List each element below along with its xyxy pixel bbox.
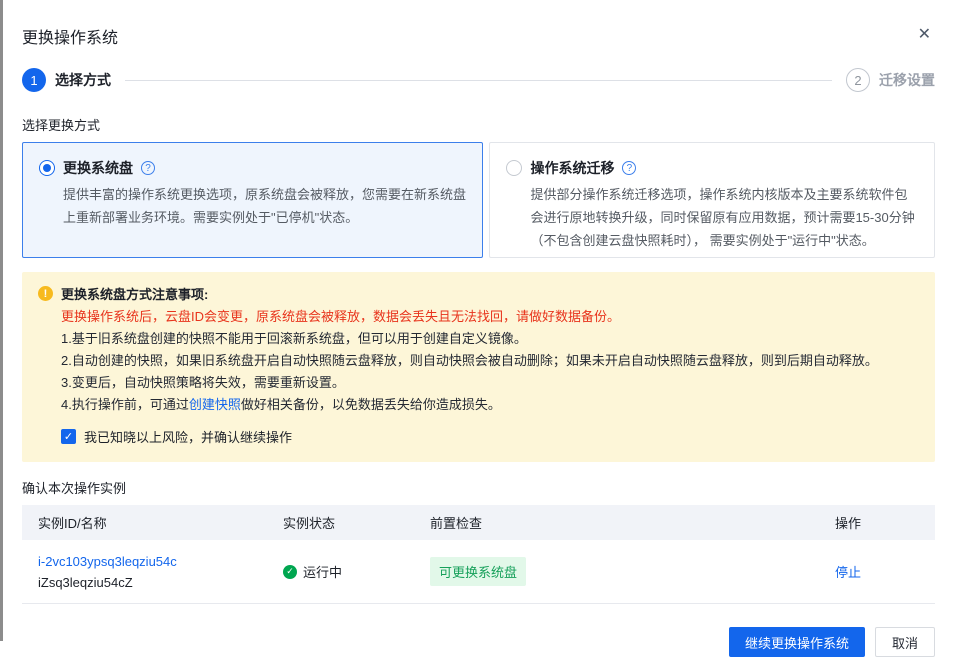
page-left-edge	[0, 0, 3, 641]
notice-head: ! 更换系统盘方式注意事项:	[38, 284, 919, 303]
radio-unselected-icon[interactable]	[506, 160, 523, 176]
mode-options: 更换系统盘 ? 提供丰富的操作系统更换选项，原系统盘会被释放，您需要在新系统盘上…	[22, 142, 935, 258]
warning-icon: !	[38, 286, 53, 301]
dialog-footer: 继续更换操作系统 取消	[22, 627, 935, 657]
notice-item-4-suffix: 做好相关备份，以免数据丢失给你造成损失。	[240, 397, 501, 412]
header-precheck: 前置检查	[430, 516, 483, 531]
notice-danger-text: 更换操作系统后，云盘ID会变更，原系统盘会被释放，数据会丢失且无法找回，请做好数…	[61, 309, 621, 324]
instance-table: 实例ID/名称 实例状态 前置检查 操作 i-2vc103ypsq3leqziu…	[22, 505, 935, 604]
option-os-migration[interactable]: 操作系统迁移 ? 提供部分操作系统迁移选项，操作系统内核版本及主要系统软件包会进…	[489, 142, 935, 258]
option-head: 操作系统迁移 ?	[506, 158, 918, 178]
notice-item-4-prefix: 4.执行操作前，可通过	[61, 397, 189, 412]
notice-body: 更换操作系统后，云盘ID会变更，原系统盘会被释放，数据会丢失且无法找回，请做好数…	[61, 306, 919, 416]
step-1-label: 选择方式	[55, 72, 111, 88]
risk-checkbox-label: 我已知晓以上风险，并确认继续操作	[84, 430, 293, 445]
dialog-title: 更换操作系统	[22, 30, 119, 47]
option-title: 更换系统盘	[63, 160, 133, 176]
header-instance-id: 实例ID/名称	[38, 516, 107, 531]
create-snapshot-link[interactable]: 创建快照	[189, 397, 241, 412]
status-text: 运行中	[303, 565, 343, 580]
option-head: 更换系统盘 ?	[39, 158, 466, 178]
cancel-button[interactable]: 取消	[874, 627, 935, 657]
instance-id-link[interactable]: i-2vc103ypsq3leqziu54c	[38, 551, 177, 572]
risk-notice-box: ! 更换系统盘方式注意事项: 更换操作系统后，云盘ID会变更，原系统盘会被释放，…	[22, 272, 935, 462]
cell-precheck: 可更换系统盘	[430, 557, 835, 586]
cell-instance-status: ✓ 运行中	[283, 562, 430, 581]
notice-item-4: 4.执行操作前，可通过创建快照做好相关备份，以免数据丢失给你造成损失。	[61, 394, 919, 416]
precheck-badge: 可更换系统盘	[430, 557, 527, 586]
step-indicator: 1 选择方式 2 迁移设置	[22, 68, 935, 92]
table-header-row: 实例ID/名称 实例状态 前置检查 操作	[22, 505, 935, 540]
table-row: i-2vc103ypsq3leqziu54c iZsq3leqziu54cZ ✓…	[22, 540, 935, 604]
help-icon[interactable]: ?	[141, 161, 155, 175]
continue-change-os-button[interactable]: 继续更换操作系统	[728, 627, 865, 657]
step-2-circle: 2	[846, 68, 870, 92]
change-os-dialog: 更换操作系统 ✕ 1 选择方式 2 迁移设置 选择更换方式 更换系统盘 ? 提供…	[0, 0, 959, 657]
header-action: 操作	[835, 516, 862, 531]
help-icon[interactable]: ?	[622, 161, 637, 175]
option-description: 提供部分操作系统迁移选项，操作系统内核版本及主要系统软件包会进行原地转换升级，同…	[530, 187, 915, 248]
dialog-header: 更换操作系统 ✕	[22, 0, 935, 48]
radio-selected-icon[interactable]	[39, 160, 55, 176]
close-icon[interactable]: ✕	[914, 24, 935, 46]
instance-name: iZsq3leqziu54cZ	[38, 574, 133, 590]
stop-instance-link[interactable]: 停止	[835, 565, 861, 580]
mode-section-label: 选择更换方式	[22, 118, 101, 133]
cell-action: 停止	[835, 562, 935, 581]
notice-title: 更换系统盘方式注意事项:	[61, 287, 209, 302]
status-running-icon: ✓	[283, 564, 297, 579]
option-title: 操作系统迁移	[530, 160, 615, 176]
option-replace-system-disk[interactable]: 更换系统盘 ? 提供丰富的操作系统更换选项，原系统盘会被释放，您需要在新系统盘上…	[22, 142, 484, 258]
notice-item-3: 3.变更后，自动快照策略将失效，需要重新设置。	[61, 375, 345, 390]
option-description: 提供丰富的操作系统更换选项，原系统盘会被释放，您需要在新系统盘上重新部署业务环境…	[63, 187, 467, 225]
risk-checkbox-checked[interactable]: ✓	[61, 429, 76, 444]
step-connector-line	[125, 79, 832, 81]
header-instance-status: 实例状态	[283, 516, 336, 531]
notice-item-1: 1.基于旧系统盘创建的快照不能用于回滚新系统盘，但可以用于创建自定义镜像。	[61, 331, 527, 346]
notice-item-2: 2.自动创建的快照，如果旧系统盘开启自动快照随云盘释放，则自动快照会被自动删除；…	[61, 353, 878, 368]
step-2-label: 迁移设置	[879, 72, 935, 88]
instance-table-label: 确认本次操作实例	[22, 481, 127, 496]
risk-confirm-row: ✓ 我已知晓以上风险，并确认继续操作	[61, 427, 919, 446]
cell-instance-id-name: i-2vc103ypsq3leqziu54c iZsq3leqziu54cZ	[22, 551, 283, 593]
step-1-circle: 1	[22, 68, 46, 92]
